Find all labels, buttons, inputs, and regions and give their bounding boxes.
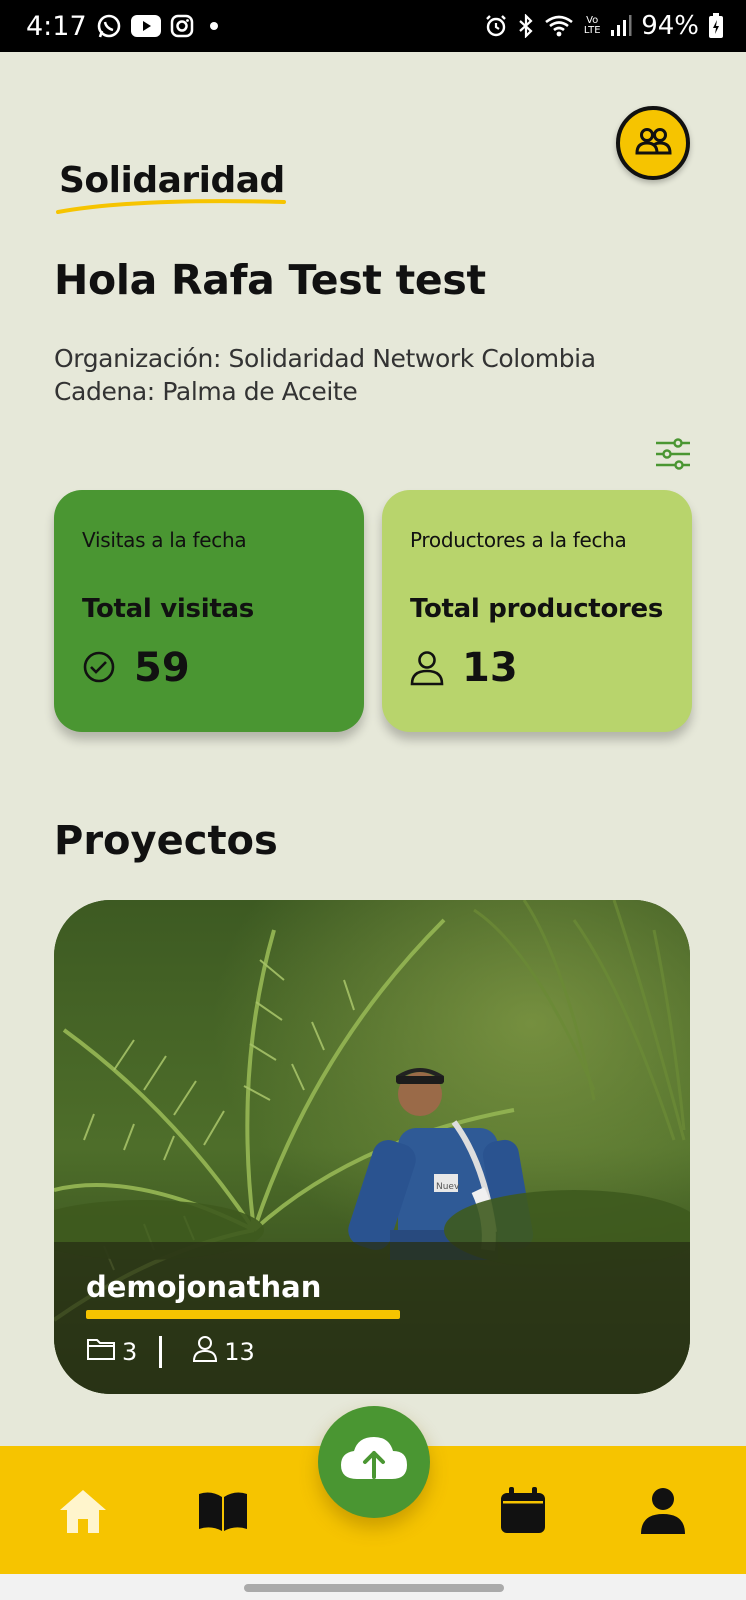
producers-heading: Total productores xyxy=(410,594,664,624)
profile-icon xyxy=(640,1487,686,1540)
filter-button[interactable] xyxy=(654,438,692,470)
chain-text: Cadena: Palma de Aceite xyxy=(54,377,358,406)
nav-profile[interactable] xyxy=(636,1486,690,1540)
volte-icon: Vo LTE xyxy=(583,15,601,36)
brand-logo: Solidaridad xyxy=(56,156,296,216)
group-button[interactable] xyxy=(616,106,690,180)
status-time: 4:17 xyxy=(26,10,87,42)
projects-title: Proyectos xyxy=(54,818,278,864)
wifi-icon xyxy=(544,14,574,38)
users-icon xyxy=(634,126,672,161)
organization-text: Organización: Solidaridad Network Colomb… xyxy=(54,344,596,373)
user-icon xyxy=(192,1335,218,1369)
nav-guide[interactable] xyxy=(196,1486,250,1540)
folder-icon xyxy=(86,1336,116,1368)
battery-percent: 94% xyxy=(641,11,699,41)
instagram-icon xyxy=(170,14,194,38)
brand-name: Solidaridad xyxy=(59,160,285,201)
project-name: demojonathan xyxy=(86,1270,322,1304)
book-icon xyxy=(197,1490,249,1537)
greeting-title: Hola Rafa Test test xyxy=(54,256,486,304)
bluetooth-icon xyxy=(517,14,535,38)
stats-divider xyxy=(159,1336,163,1368)
alarm-icon xyxy=(484,14,508,38)
producers-card[interactable]: Productores a la fecha Total productores… xyxy=(382,490,692,732)
status-bar: 4:17 Vo LTE 94% xyxy=(0,0,746,52)
home-indicator[interactable] xyxy=(244,1584,504,1592)
dot-icon xyxy=(203,15,225,37)
check-circle-icon xyxy=(82,650,116,689)
battery-charging-icon xyxy=(708,13,724,39)
project-folders-stat: 3 xyxy=(86,1336,137,1368)
cloud-upload-icon xyxy=(339,1435,409,1490)
visits-heading: Total visitas xyxy=(82,594,254,624)
project-stats: 3 13 xyxy=(86,1332,255,1372)
project-users-stat: 13 xyxy=(192,1335,255,1369)
logo-swoosh-icon xyxy=(56,199,286,214)
project-folders-count: 3 xyxy=(122,1338,138,1366)
sliders-icon xyxy=(654,438,692,474)
visits-caption: Visitas a la fecha xyxy=(82,528,247,552)
project-name-underline xyxy=(86,1310,400,1319)
producers-value: 13 xyxy=(462,645,518,691)
calendar-icon xyxy=(499,1486,547,1540)
home-icon xyxy=(58,1487,108,1540)
photo-badge-text: Nuev xyxy=(436,1182,460,1192)
nav-home[interactable] xyxy=(56,1486,110,1540)
visits-value: 59 xyxy=(134,645,190,691)
upload-button[interactable] xyxy=(318,1406,430,1518)
nav-calendar[interactable] xyxy=(496,1486,550,1540)
whatsapp-icon xyxy=(96,13,122,39)
project-users-count: 13 xyxy=(224,1338,255,1366)
user-icon xyxy=(410,650,444,691)
project-card[interactable]: Nuev demojonathan 3 13 xyxy=(54,900,690,1394)
youtube-icon xyxy=(130,15,161,37)
producers-caption: Productores a la fecha xyxy=(410,528,627,552)
visits-card[interactable]: Visitas a la fecha Total visitas 59 xyxy=(54,490,364,732)
signal-icon xyxy=(610,14,632,38)
